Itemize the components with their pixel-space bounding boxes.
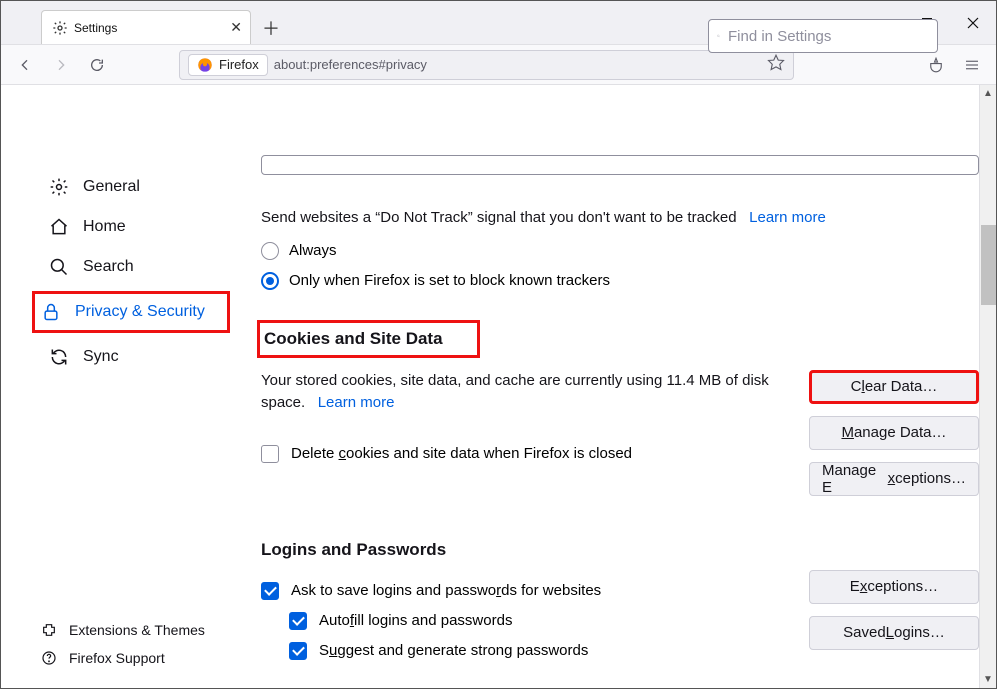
radio-icon: [261, 272, 279, 290]
manage-data-button[interactable]: Manage Data…: [809, 416, 979, 450]
sidebar-item-privacy[interactable]: Privacy & Security: [41, 296, 221, 328]
main-pane: Send websites a “Do Not Track” signal th…: [261, 85, 979, 688]
autofill-logins[interactable]: Autofill logins and passwords: [289, 612, 791, 630]
find-in-settings-input[interactable]: [726, 27, 929, 46]
custom-tracking-box[interactable]: [261, 155, 979, 175]
scroll-thumb[interactable]: [981, 225, 996, 305]
search-icon: [49, 257, 69, 277]
reload-button[interactable]: [83, 51, 111, 79]
clear-data-button[interactable]: Clear Data…: [809, 370, 979, 404]
search-icon: [717, 29, 720, 43]
tab-title: Settings: [74, 21, 117, 35]
identity-label: Firefox: [219, 57, 259, 72]
cookies-storage-text: Your stored cookies, site data, and cach…: [261, 370, 791, 415]
checkbox-label: Suggest and generate strong passwords: [319, 642, 588, 659]
tab-settings[interactable]: Settings ✕: [41, 10, 251, 44]
tab-strip: Settings ✕ ＋: [41, 4, 285, 44]
checkbox-label: Delete cookies and site data when Firefo…: [291, 445, 632, 462]
manage-exceptions-button[interactable]: Manage Exceptions…: [809, 462, 979, 496]
dnt-radio-always[interactable]: Always: [261, 242, 979, 260]
puzzle-icon: [41, 622, 57, 638]
close-tab-icon[interactable]: ✕: [230, 19, 242, 36]
scroll-down-icon[interactable]: ▼: [980, 671, 996, 688]
checkbox-label: Autofill logins and passwords: [319, 612, 512, 629]
checkbox-icon: [261, 582, 279, 600]
sidebar: General Home Search Privacy & Security S…: [1, 85, 261, 688]
sidebar-privacy-highlight: Privacy & Security: [32, 291, 230, 333]
url-text: about:preferences#privacy: [274, 57, 427, 72]
radio-icon: [261, 242, 279, 260]
sidebar-item-home[interactable]: Home: [41, 207, 245, 247]
content: General Home Search Privacy & Security S…: [1, 85, 996, 688]
sidebar-item-sync[interactable]: Sync: [41, 337, 245, 377]
cookies-heading: Cookies and Site Data: [264, 329, 443, 348]
sidebar-extensions[interactable]: Extensions & Themes: [41, 616, 205, 644]
forward-button[interactable]: [47, 51, 75, 79]
new-tab-button[interactable]: ＋: [257, 14, 285, 42]
checkbox-label: Ask to save logins and passwords for web…: [291, 582, 601, 599]
saved-logins-button[interactable]: Saved Logins…: [809, 616, 979, 650]
home-icon: [49, 217, 69, 237]
help-icon: [41, 650, 57, 666]
gear-icon: [49, 177, 69, 197]
ask-save-logins[interactable]: Ask to save logins and passwords for web…: [261, 582, 791, 600]
sidebar-footer: Extensions & Themes Firefox Support: [41, 616, 205, 672]
checkbox-icon: [261, 445, 279, 463]
sidebar-item-search[interactable]: Search: [41, 247, 245, 287]
checkbox-icon: [289, 612, 307, 630]
sidebar-label: Home: [83, 218, 126, 236]
cookies-learn-more-link[interactable]: Learn more: [318, 394, 395, 411]
dnt-learn-more-link[interactable]: Learn more: [749, 209, 826, 226]
delete-cookies-on-close[interactable]: Delete cookies and site data when Firefo…: [261, 445, 791, 463]
scrollbar[interactable]: ▲ ▼: [979, 85, 996, 688]
bookmark-star-icon[interactable]: [767, 53, 785, 76]
radio-label: Always: [289, 242, 337, 259]
sidebar-label: Privacy & Security: [75, 303, 205, 321]
logins-heading: Logins and Passwords: [261, 540, 446, 559]
identity-box[interactable]: Firefox: [188, 54, 268, 76]
dnt-description: Send websites a “Do Not Track” signal th…: [261, 207, 979, 230]
sidebar-label: Firefox Support: [69, 650, 165, 666]
checkbox-icon: [289, 642, 307, 660]
lock-icon: [41, 302, 61, 322]
firefox-icon: [197, 57, 213, 73]
radio-label: Only when Firefox is set to block known …: [289, 272, 610, 289]
sidebar-label: General: [83, 178, 140, 196]
login-exceptions-button[interactable]: Exceptions…: [809, 570, 979, 604]
back-button[interactable]: [11, 51, 39, 79]
sync-icon: [49, 347, 69, 367]
scroll-up-icon[interactable]: ▲: [980, 85, 996, 102]
sidebar-item-general[interactable]: General: [41, 167, 245, 207]
dnt-radio-block[interactable]: Only when Firefox is set to block known …: [261, 272, 979, 290]
suggest-strong-passwords[interactable]: Suggest and generate strong passwords: [289, 642, 791, 660]
cookies-heading-highlight: Cookies and Site Data: [257, 320, 480, 358]
find-in-settings[interactable]: [708, 19, 938, 53]
sidebar-label: Sync: [83, 348, 119, 366]
sidebar-label: Search: [83, 258, 134, 276]
url-bar[interactable]: Firefox about:preferences#privacy: [179, 50, 794, 80]
pocket-icon[interactable]: [922, 51, 950, 79]
sidebar-support[interactable]: Firefox Support: [41, 644, 205, 672]
sidebar-label: Extensions & Themes: [69, 622, 205, 638]
close-window-button[interactable]: [950, 1, 996, 45]
app-menu-icon[interactable]: [958, 51, 986, 79]
gear-icon: [52, 20, 68, 36]
